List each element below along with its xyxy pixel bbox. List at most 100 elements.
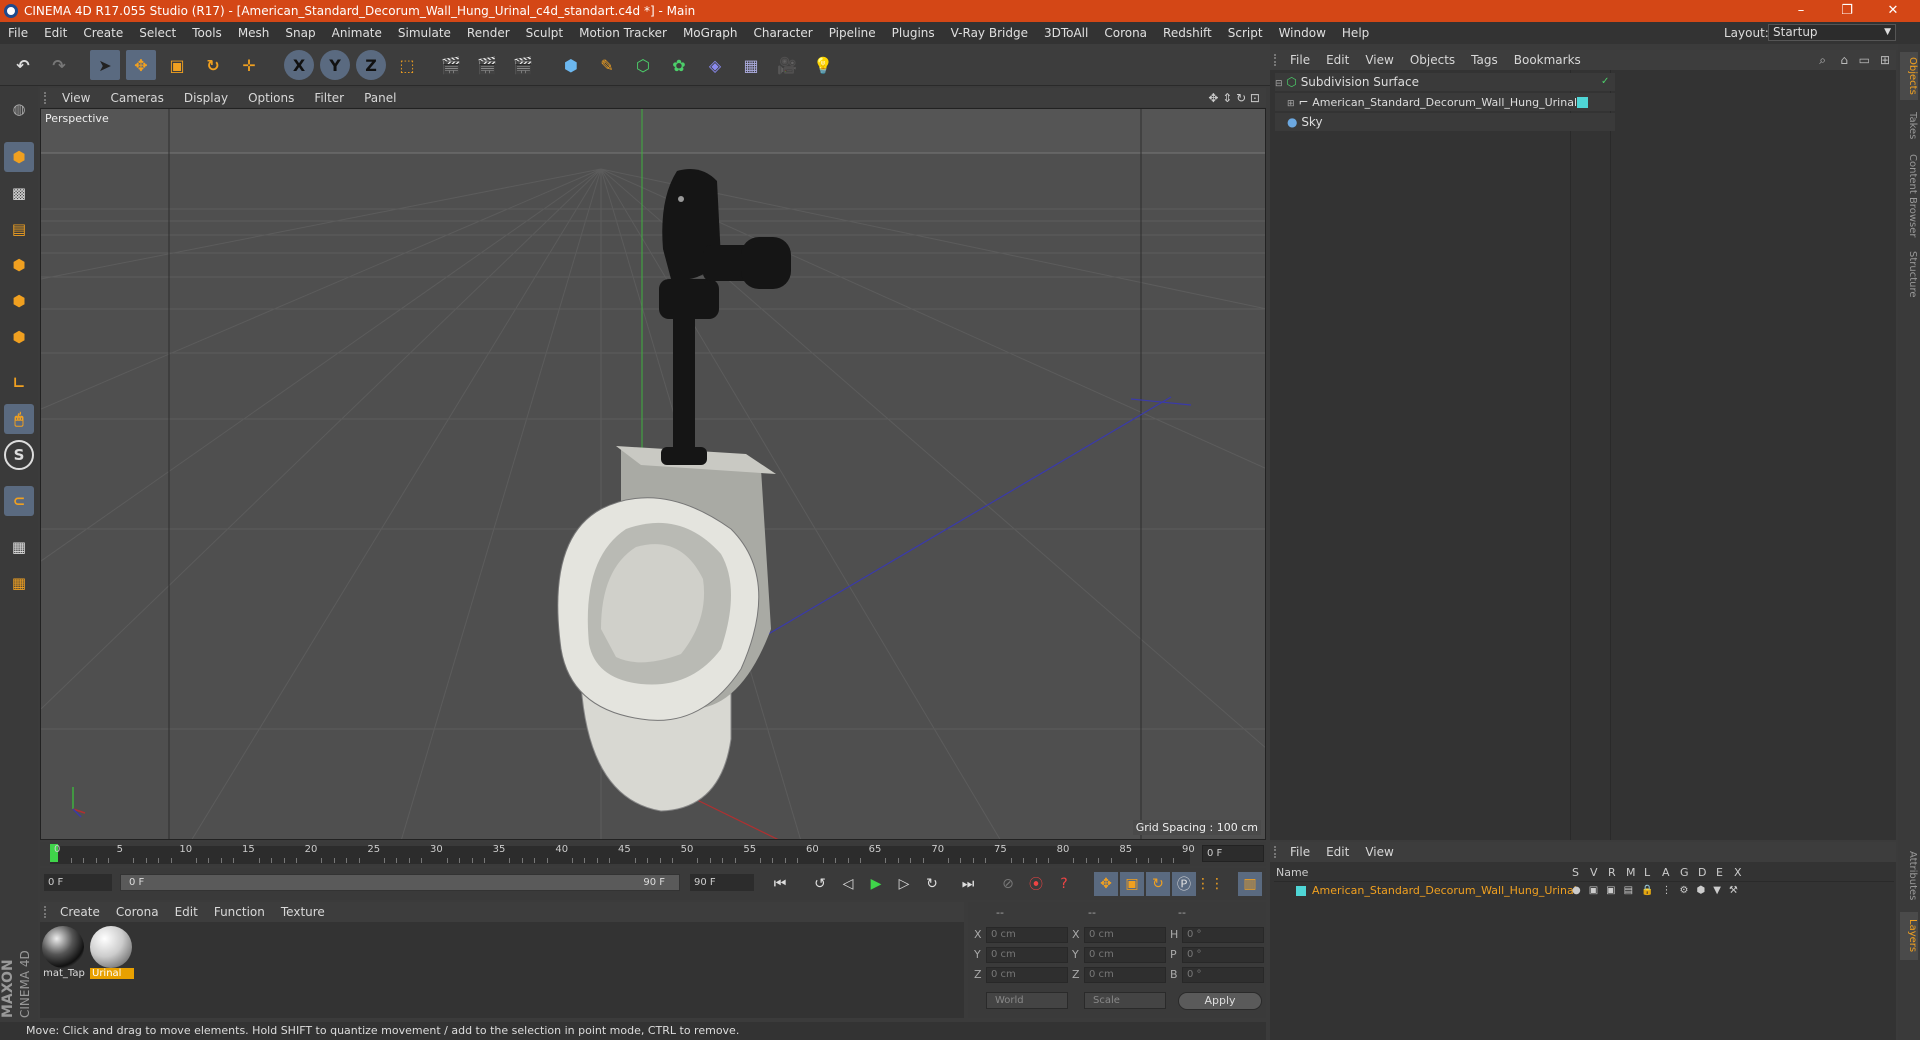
menu-file[interactable]: File — [0, 26, 36, 40]
rotation-h-field[interactable]: 0 ° — [1182, 927, 1264, 943]
keyframe-selection-button[interactable]: ? — [1052, 872, 1076, 896]
make-editable-button[interactable]: ◍ — [4, 94, 34, 124]
tab-layers[interactable]: Layers — [1900, 912, 1918, 960]
menu-snap[interactable]: Snap — [277, 26, 323, 40]
scale-tool-button[interactable]: ▣ — [162, 50, 192, 80]
redo-button[interactable]: ↷ — [44, 50, 74, 80]
material-menu-texture[interactable]: Texture — [273, 905, 333, 919]
material-menu-corona[interactable]: Corona — [108, 905, 167, 919]
viewport-menu-panel[interactable]: Panel — [354, 91, 406, 105]
tab-content-browser[interactable]: Content Browser — [1900, 150, 1918, 242]
previous-frame-button[interactable]: ◁ — [836, 872, 860, 896]
material-menu-create[interactable]: Create — [52, 905, 108, 919]
axis-mode-button[interactable]: ∟ — [4, 368, 34, 398]
menu-tools[interactable]: Tools — [184, 26, 230, 40]
rotation-b-field[interactable]: 0 ° — [1182, 967, 1264, 983]
transform-tool-button[interactable]: ✛ — [234, 50, 264, 80]
layer-row[interactable]: American_Standard_Decorum_Wall_Hung_Urin… — [1274, 882, 1894, 900]
minimize-button[interactable]: – — [1778, 0, 1824, 22]
check-icon[interactable]: ✓ — [1601, 73, 1609, 91]
material-menu-function[interactable]: Function — [206, 905, 273, 919]
y-axis-lock-button[interactable]: Y — [320, 50, 350, 80]
go-to-start-button[interactable]: ⏮ — [768, 872, 792, 896]
position-z-field[interactable]: 0 cm — [986, 967, 1068, 983]
material-menu-edit[interactable]: Edit — [167, 905, 206, 919]
layer-menu-edit[interactable]: Edit — [1318, 845, 1357, 859]
points-mode-button[interactable]: ⬢ — [4, 250, 34, 280]
object-row-subdivision-surface[interactable]: ⊟ ⬡ Subdivision Surface ✓ — [1275, 73, 1615, 91]
go-to-end-button[interactable]: ⏭ — [956, 872, 980, 896]
menu-character[interactable]: Character — [745, 26, 820, 40]
current-frame-field[interactable]: 0 F — [1202, 845, 1264, 862]
timeline-window-button[interactable]: ▥ — [1238, 872, 1262, 896]
position-y-field[interactable]: 0 cm — [986, 947, 1068, 963]
edges-mode-button[interactable]: ⬢ — [4, 286, 34, 316]
viewport-menu-display[interactable]: Display — [174, 91, 238, 105]
object-menu-edit[interactable]: Edit — [1318, 53, 1357, 67]
material-swatch-mat-tap[interactable]: mat_Tap — [42, 926, 86, 984]
menu-3dtoall[interactable]: 3DToAll — [1036, 26, 1096, 40]
x-axis-lock-button[interactable]: X — [284, 50, 314, 80]
rotate-tool-button[interactable]: ↻ — [198, 50, 228, 80]
polygons-mode-button[interactable]: ⬢ — [4, 322, 34, 352]
menu-edit[interactable]: Edit — [36, 26, 75, 40]
object-menu-view[interactable]: View — [1357, 53, 1401, 67]
rotation-p-field[interactable]: 0 ° — [1182, 947, 1264, 963]
coordinate-mode-select[interactable]: World — [986, 992, 1068, 1009]
play-button[interactable]: ▶ — [864, 872, 888, 896]
menu-motion-tracker[interactable]: Motion Tracker — [571, 26, 675, 40]
restore-button[interactable]: ❐ — [1824, 0, 1870, 22]
key-scale-button[interactable]: ▣ — [1120, 872, 1144, 896]
object-menu-objects[interactable]: Objects — [1402, 53, 1463, 67]
pen-spline-icon[interactable]: ✎ — [592, 50, 622, 80]
coordinate-system-button[interactable]: ⬚ — [392, 50, 422, 80]
apply-button[interactable]: Apply — [1178, 992, 1262, 1010]
auto-key-button[interactable]: ⦿ — [1024, 872, 1048, 896]
layer-menu-file[interactable]: File — [1282, 845, 1318, 859]
z-axis-lock-button[interactable]: Z — [356, 50, 386, 80]
material-swatch-urinal[interactable]: Urinal — [90, 926, 134, 984]
range-slider[interactable]: 0 F 90 F — [120, 874, 680, 891]
size-x-field[interactable]: 0 cm — [1084, 927, 1166, 943]
start-frame-field[interactable]: 0 F — [44, 874, 112, 891]
viewport-menu-filter[interactable]: Filter — [304, 91, 354, 105]
next-key-button[interactable]: ↻ — [920, 872, 944, 896]
key-position-button[interactable]: ✥ — [1094, 872, 1118, 896]
close-button[interactable]: ✕ — [1870, 0, 1916, 22]
record-button[interactable]: ⊘ — [996, 872, 1020, 896]
snap-button[interactable]: S — [4, 440, 34, 470]
menu-sculpt[interactable]: Sculpt — [518, 26, 571, 40]
render-settings-button[interactable]: 🎬 — [508, 50, 538, 80]
workplane-mode-button[interactable]: ▤ — [4, 214, 34, 244]
tab-objects[interactable]: Objects — [1900, 52, 1918, 100]
object-row-sky[interactable]: ● Sky — [1275, 113, 1615, 131]
cloner-icon[interactable]: ✿ — [664, 50, 694, 80]
floor-icon[interactable]: ▦ — [736, 50, 766, 80]
object-home-icon[interactable]: ⌂ — [1840, 53, 1848, 67]
viewport-scene[interactable] — [41, 109, 1266, 840]
tab-structure[interactable]: Structure — [1900, 246, 1918, 302]
menu-redshift[interactable]: Redshift — [1155, 26, 1220, 40]
object-panel-menu-icon[interactable]: ⊞ — [1880, 53, 1890, 67]
menu-script[interactable]: Script — [1220, 26, 1271, 40]
key-rotation-button[interactable]: ↻ — [1146, 872, 1170, 896]
object-menu-file[interactable]: File — [1282, 53, 1318, 67]
menu-corona[interactable]: Corona — [1096, 26, 1155, 40]
tab-takes[interactable]: Takes — [1900, 106, 1918, 146]
viewport-menu-cameras[interactable]: Cameras — [100, 91, 173, 105]
object-menu-tags[interactable]: Tags — [1463, 53, 1506, 67]
menu-animate[interactable]: Animate — [324, 26, 390, 40]
menu-mograph[interactable]: MoGraph — [675, 26, 746, 40]
texture-mode-button[interactable]: ▩ — [4, 178, 34, 208]
object-menu-bookmarks[interactable]: Bookmarks — [1506, 53, 1589, 67]
size-z-field[interactable]: 0 cm — [1084, 967, 1166, 983]
grid-snap-button[interactable]: ▦ — [4, 568, 34, 598]
undo-button[interactable]: ↶ — [8, 50, 38, 80]
deformer-icon[interactable]: ◈ — [700, 50, 730, 80]
model-mode-button[interactable]: ⬢ — [4, 142, 34, 172]
next-frame-button[interactable]: ▷ — [892, 872, 916, 896]
render-view-button[interactable]: 🎬 — [436, 50, 466, 80]
menu-mesh[interactable]: Mesh — [230, 26, 278, 40]
light-icon[interactable]: 💡 — [808, 50, 838, 80]
tab-attributes[interactable]: Attributes — [1900, 844, 1918, 908]
